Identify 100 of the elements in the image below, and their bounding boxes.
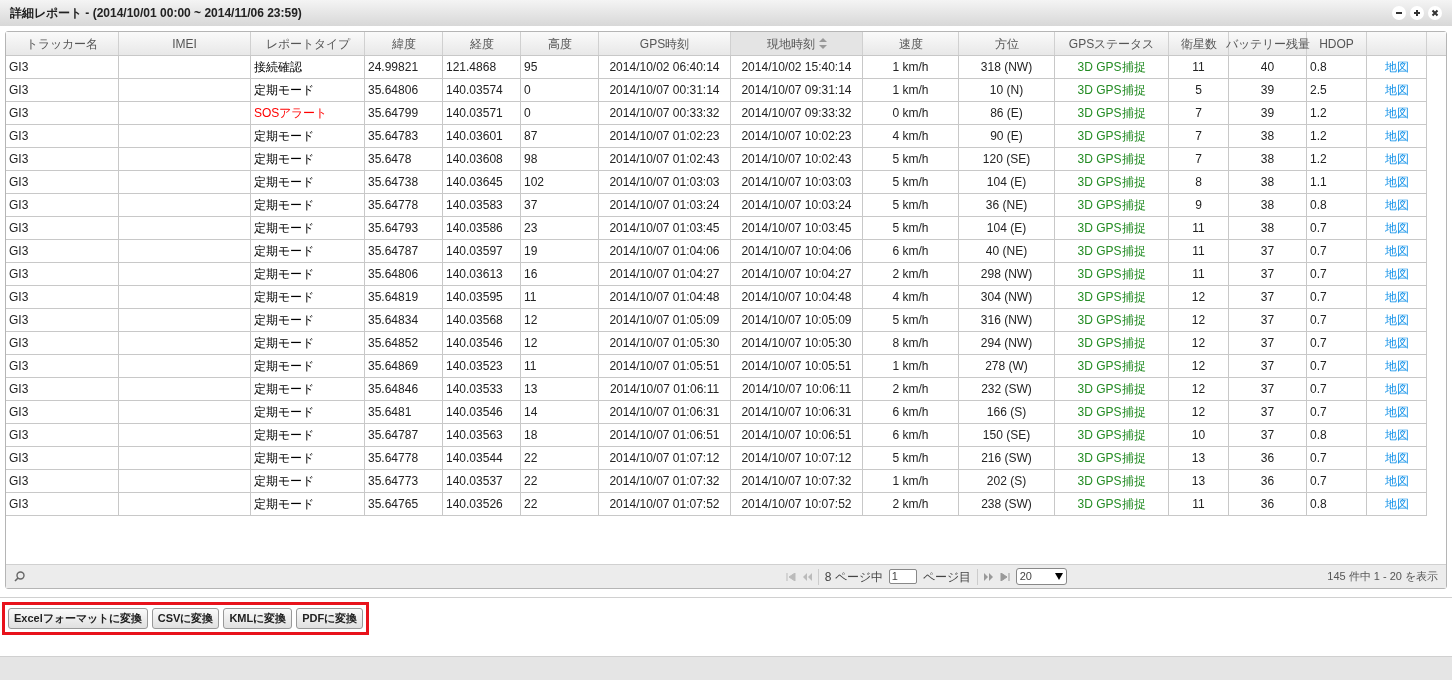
table-cell-text: 35.6478 xyxy=(368,151,412,168)
record-summary: 145 件中 1 - 20 を表示 xyxy=(1327,569,1438,585)
column-header[interactable]: レポートタイプ xyxy=(251,32,365,55)
page-input[interactable]: 1 xyxy=(888,569,917,584)
column-header[interactable]: 速度 xyxy=(863,32,959,55)
table-cell-text: 140.03546 xyxy=(446,335,503,352)
table-cell-text: 13 xyxy=(524,381,538,398)
gps-status-cell-text: 3D GPS捕捉 xyxy=(1077,151,1146,168)
table-cell-text: 2014/10/07 01:04:27 xyxy=(609,266,720,283)
page-size-select[interactable]: 20 xyxy=(1015,568,1067,585)
table-cell-text: 37 xyxy=(524,197,538,214)
table-cell-text: 12 xyxy=(1191,358,1206,375)
table-cell-text: GI3 xyxy=(9,473,29,490)
table-cell-text: 0.7 xyxy=(1310,289,1327,306)
table-cell-text: 2014/10/07 01:06:51 xyxy=(609,427,720,444)
table-cell-text: 35.64773 xyxy=(368,473,419,490)
table-cell-text: 10 (N) xyxy=(989,82,1024,99)
table-cell-text: 0 xyxy=(524,82,531,99)
close-icon[interactable] xyxy=(1428,6,1442,20)
report-type-cell-text: 定期モード xyxy=(254,266,314,283)
map-link[interactable]: 地図 xyxy=(1384,173,1409,191)
gps-status-cell-text: 3D GPS捕捉 xyxy=(1077,220,1146,237)
map-link[interactable]: 地図 xyxy=(1384,81,1409,99)
table-cell-text: 1 km/h xyxy=(892,82,929,99)
table-cell-text: 13 xyxy=(1191,473,1206,490)
map-link[interactable]: 地図 xyxy=(1384,288,1409,306)
export-button[interactable]: CSVに変換 xyxy=(151,608,220,629)
table-cell-text: GI3 xyxy=(9,266,29,283)
table-cell-text: GI3 xyxy=(9,312,29,329)
table-cell-text: 140.03526 xyxy=(446,496,503,513)
maximize-icon[interactable] xyxy=(1410,6,1424,20)
table-cell-text: 2014/10/07 01:02:43 xyxy=(609,151,720,168)
map-link[interactable]: 地図 xyxy=(1384,104,1409,122)
map-link[interactable]: 地図 xyxy=(1384,150,1409,168)
map-link[interactable]: 地図 xyxy=(1384,380,1409,398)
table-cell-text: 13 xyxy=(1191,450,1206,467)
table-cell-text: GI3 xyxy=(9,197,29,214)
report-type-cell-text: 定期モード xyxy=(254,358,314,375)
table-cell-text: 2 km/h xyxy=(892,381,929,398)
table-cell-text: GI3 xyxy=(9,59,29,76)
map-link[interactable]: 地図 xyxy=(1384,472,1409,490)
table-cell-text: 1.2 xyxy=(1310,128,1327,145)
table-cell-text: 0 xyxy=(524,105,531,122)
column-header[interactable]: 経度 xyxy=(443,32,521,55)
column-header[interactable]: 現地時刻 xyxy=(731,32,863,55)
column-header[interactable]: 緯度 xyxy=(365,32,443,55)
table-cell-text: 2014/10/07 01:03:24 xyxy=(609,197,720,214)
map-link[interactable]: 地図 xyxy=(1384,196,1409,214)
window-title: 詳細レポート - (2014/10/01 00:00 ~ 2014/11/06 23:59) xyxy=(10,5,302,22)
table-cell-text: 1 km/h xyxy=(892,473,929,490)
table-cell-text: 140.03568 xyxy=(446,312,503,329)
gps-status-cell-text: 3D GPS捕捉 xyxy=(1077,82,1146,99)
map-link[interactable]: 地図 xyxy=(1384,58,1409,76)
map-link[interactable]: 地図 xyxy=(1384,265,1409,283)
dropdown-icon xyxy=(1054,573,1063,580)
gps-status-cell-text: 3D GPS捕捉 xyxy=(1077,197,1146,214)
table-cell-text: 2014/10/07 10:04:27 xyxy=(741,266,852,283)
column-header[interactable]: IMEI xyxy=(119,32,251,55)
map-link[interactable]: 地図 xyxy=(1384,242,1409,260)
map-link[interactable]: 地図 xyxy=(1384,426,1409,444)
table-cell-text: 11 xyxy=(524,289,537,306)
export-button[interactable]: KMLに変換 xyxy=(223,608,293,629)
table-cell-text: 2014/10/07 10:03:24 xyxy=(741,197,852,214)
gps-status-cell-text: 3D GPS捕捉 xyxy=(1077,105,1146,122)
map-link[interactable]: 地図 xyxy=(1384,219,1409,237)
export-button[interactable]: PDFに変換 xyxy=(296,608,364,629)
export-button[interactable]: Excelフォーマットに変換 xyxy=(8,608,148,629)
table-cell-text: 238 (SW) xyxy=(981,496,1032,513)
report-type-cell-text: 定期モード xyxy=(254,404,314,421)
table-cell-text: 0.7 xyxy=(1310,266,1327,283)
report-type-cell-text: 定期モード xyxy=(254,335,314,352)
table-cell-text: 35.64738 xyxy=(368,174,419,191)
column-header[interactable]: 高度 xyxy=(521,32,599,55)
column-header[interactable]: トラッカー名 xyxy=(6,32,119,55)
map-link[interactable]: 地図 xyxy=(1384,357,1409,375)
table-cell-text: 2 km/h xyxy=(892,266,929,283)
map-link[interactable]: 地図 xyxy=(1384,127,1409,145)
table-cell-text: 0.8 xyxy=(1310,427,1327,444)
map-link[interactable]: 地図 xyxy=(1384,334,1409,352)
table-cell-text: 11 xyxy=(524,358,537,375)
map-link[interactable]: 地図 xyxy=(1384,449,1409,467)
table-cell-text: 2014/10/07 10:07:12 xyxy=(741,450,852,467)
search-icon[interactable] xyxy=(14,571,25,582)
table-cell-text: 39 xyxy=(1260,82,1275,99)
column-header[interactable]: 方位 xyxy=(959,32,1055,55)
table-cell-text: 37 xyxy=(1260,404,1275,421)
table-cell-text: 2014/10/07 10:04:06 xyxy=(741,243,852,260)
column-header[interactable]: GPSステータス xyxy=(1055,32,1169,55)
table-cell-text: 5 km/h xyxy=(892,174,929,191)
table-cell-text: 37 xyxy=(1260,381,1275,398)
minimize-icon[interactable] xyxy=(1392,6,1406,20)
table-cell-text: 2014/10/07 01:04:06 xyxy=(609,243,720,260)
map-link[interactable]: 地図 xyxy=(1384,495,1409,513)
page-suffix: ページ目 xyxy=(922,568,971,586)
map-link[interactable]: 地図 xyxy=(1384,403,1409,421)
table-cell-text: 36 xyxy=(1260,450,1275,467)
map-link[interactable]: 地図 xyxy=(1384,311,1409,329)
table-cell-text: 35.64793 xyxy=(368,220,419,237)
report-type-cell-text: 定期モード xyxy=(254,243,314,260)
table-cell-text: 0.7 xyxy=(1310,358,1327,375)
